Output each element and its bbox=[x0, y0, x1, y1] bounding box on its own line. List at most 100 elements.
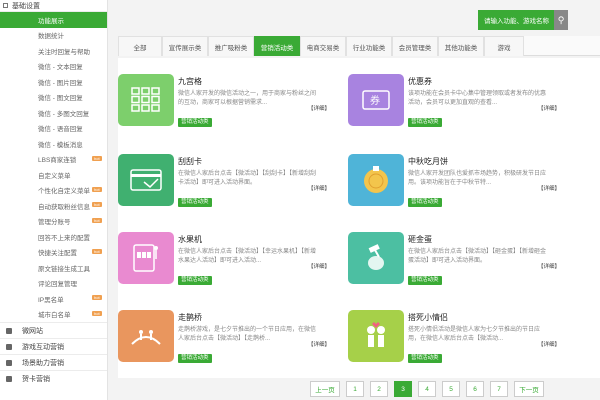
details-link[interactable]: 【详细】 bbox=[308, 340, 330, 348]
hot-badge: hot bbox=[92, 186, 102, 192]
sidebar-group-label: 贺卡营销 bbox=[22, 375, 50, 383]
sidebar-item[interactable]: 数据统计 bbox=[0, 28, 107, 44]
feature-card[interactable]: 九宫格 微信人家开发的微信活动之一，用于商家与粉丝之间的互动，商家可以根据营销需求… bbox=[118, 66, 338, 136]
details-link[interactable]: 【详细】 bbox=[308, 184, 330, 192]
card-title: 砸金蛋 bbox=[408, 235, 432, 244]
sidebar-item[interactable]: 微信 - 文本回复 bbox=[0, 59, 107, 75]
page-number-button[interactable]: 3 bbox=[394, 381, 412, 397]
card-description: 在微信人家后台点击【微活动】【幸运水果机】【新增水果达人活动】即可进入活动... bbox=[178, 249, 317, 264]
tab-item[interactable]: 行业功能类 bbox=[346, 36, 392, 56]
sidebar-item[interactable]: 微信 - 语音回复 bbox=[0, 121, 107, 137]
details-link[interactable]: 【详细】 bbox=[308, 104, 330, 112]
sidebar-group[interactable]: 场景助力营销 bbox=[0, 354, 107, 370]
tab-item[interactable]: 游戏 bbox=[484, 36, 524, 56]
feature-card[interactable]: 中秋吃月饼 微信人家开发团队也爱抓市场趋势，积极研发节日应用。该项功能旨在于中秋节… bbox=[348, 146, 568, 216]
category-tag: 营销活动类 bbox=[408, 198, 442, 207]
details-link[interactable]: 【详细】 bbox=[538, 104, 560, 112]
hot-badge: hot bbox=[92, 310, 102, 316]
card-description: 该项功能在会员卡中心集中管理领取或者发布的优惠活动，会员可以更加直观的查看... bbox=[408, 91, 547, 106]
sidebar-item[interactable]: 自动获取粉丝信息 hot bbox=[0, 198, 107, 214]
sidebar-item[interactable]: 自定义菜单 bbox=[0, 167, 107, 183]
page-number-button[interactable]: 7 bbox=[490, 381, 508, 397]
page-number-button[interactable]: 2 bbox=[370, 381, 388, 397]
sidebar-item-label: 微信 - 文本回复 bbox=[38, 64, 83, 72]
details-link[interactable]: 【详细】 bbox=[538, 340, 560, 348]
hot-badge: hot bbox=[92, 295, 102, 300]
details-link[interactable]: 【详细】 bbox=[538, 262, 560, 270]
golden-egg-icon bbox=[348, 232, 404, 284]
tab-item[interactable]: 推广吸粉类 bbox=[208, 36, 254, 56]
sidebar-item-label: 个性化自定义菜单 bbox=[38, 188, 90, 196]
sidebar-group[interactable]: 游戏互动营销 bbox=[0, 338, 107, 354]
card-description: 在微信人家后台点击【微活动】【刮刮卡】【新增刮刮卡活动】即可进入活动界面。 bbox=[178, 171, 317, 186]
folder-icon bbox=[6, 375, 12, 382]
tab-item[interactable]: 会员管理类 bbox=[392, 36, 438, 56]
sidebar-item[interactable]: 关注时回复与帮助 bbox=[0, 43, 107, 59]
sidebar-item[interactable]: 微信 - 图文回复 bbox=[0, 90, 107, 106]
sidebar-item-label: 城市白名单 bbox=[38, 312, 71, 320]
feature-card[interactable]: 水果机在微信人家后台点击【微活动】【幸运水果机】【新增水果达人活动】即可进入活动… bbox=[118, 224, 338, 294]
sidebar-item[interactable]: 微信 - 图片回复 bbox=[0, 74, 107, 90]
sidebar-group[interactable]: 微网站 bbox=[0, 322, 107, 338]
hot-badge: hot bbox=[92, 217, 102, 223]
page-number-button[interactable]: 4 bbox=[418, 381, 436, 397]
sidebar-item[interactable]: 管理分账号 hot bbox=[0, 214, 107, 230]
couple-icon bbox=[348, 310, 404, 362]
category-tag: 营销活动类 bbox=[408, 354, 442, 363]
feature-card[interactable]: 砸金蛋在微信人家后台点击【微活动】【砸金蛋】【新增砸金蛋活动】即可进入活动界面。… bbox=[348, 224, 568, 294]
sidebar-item[interactable]: 回答不上来的配置 bbox=[0, 229, 107, 245]
sidebar-group[interactable]: 贺卡营销 bbox=[0, 370, 107, 386]
card-description: 在微信人家后台点击【微活动】【砸金蛋】【新增砸金蛋活动】即可进入活动界面。 bbox=[408, 249, 547, 264]
prev-page-button[interactable]: 上一页 bbox=[310, 381, 340, 397]
minus-icon bbox=[3, 3, 8, 8]
feature-card[interactable]: 走鹊桥 走鹊桥游戏，是七夕节推出的一个节日应用，在微信人家后台点击【微活动】【走鹊… bbox=[118, 302, 338, 372]
sidebar-item[interactable]: 评论回复管理 bbox=[0, 276, 107, 292]
next-page-button[interactable]: 下一页 bbox=[514, 381, 544, 397]
sidebar-item[interactable]: 原文链接生成工具 bbox=[0, 260, 107, 276]
sidebar-item-label: 快捷关注配置 bbox=[38, 250, 77, 258]
details-link[interactable]: 【详细】 bbox=[538, 184, 560, 192]
card-title: 水果机 bbox=[178, 235, 202, 244]
sidebar-group-label: 游戏互动营销 bbox=[22, 343, 64, 351]
sidebar-item[interactable]: 微信 - 多图文回复 bbox=[0, 105, 107, 121]
feature-grid: 九宫格 微信人家开发的微信活动之一，用于商家与粉丝之间的互动，商家可以根据营销需求… bbox=[118, 58, 600, 378]
sidebar-item[interactable]: 个性化自定义菜单 hot bbox=[0, 183, 107, 199]
sidebar-item[interactable]: 微信 - 模板消息 bbox=[0, 136, 107, 152]
sidebar-item[interactable]: 城市白名单 hot bbox=[0, 307, 107, 323]
card-title: 优惠券 bbox=[408, 77, 432, 86]
sidebar-item-label: 微信 - 语音回复 bbox=[38, 126, 83, 134]
sidebar-item[interactable]: 快捷关注配置 hot bbox=[0, 245, 107, 261]
search-input[interactable]: 请输入功能、游戏名称 bbox=[478, 10, 554, 30]
sidebar-section-basic-settings[interactable]: 基础设置 bbox=[0, 0, 107, 12]
sidebar-item-label: 关注时回复与帮助 bbox=[38, 48, 90, 56]
sidebar-item[interactable]: 功能展示 bbox=[0, 12, 107, 28]
sidebar-item[interactable]: IP黑名单 hot bbox=[0, 291, 107, 307]
slot-machine-icon bbox=[118, 232, 174, 284]
page-number-button[interactable]: 5 bbox=[442, 381, 460, 397]
mooncake-icon bbox=[348, 154, 404, 206]
card-description: 微信人家开发的微信活动之一，用于商家与粉丝之间的互动，商家可以根据营销需求... bbox=[178, 91, 317, 106]
sidebar-item[interactable]: LBS商家连锁 hot bbox=[0, 152, 107, 168]
tab-item[interactable]: 营销活动类 bbox=[254, 36, 300, 56]
card-description: 搭死小情侣活动是微信人家为七夕节推出的节日应用，在微信人家后台点击【微活动... bbox=[408, 327, 541, 342]
feature-card[interactable]: 搭死小情侣搭死小情侣活动是微信人家为七夕节推出的节日应用，在微信人家后台点击【微… bbox=[348, 302, 568, 372]
sidebar-item-label: 功能展示 bbox=[38, 17, 64, 25]
page-number-button[interactable]: 1 bbox=[346, 381, 364, 397]
folder-icon bbox=[6, 343, 12, 350]
sidebar-item-label: 自定义菜单 bbox=[38, 172, 71, 180]
tab-item[interactable]: 电商交易类 bbox=[300, 36, 346, 56]
page-number-button[interactable]: 6 bbox=[466, 381, 484, 397]
feature-card[interactable]: 刮刮卡在微信人家后台点击【微活动】【刮刮卡】【新增刮刮卡活动】即可进入活动界面。… bbox=[118, 146, 338, 216]
tab-item[interactable]: 宣传展示类 bbox=[162, 36, 208, 56]
card-title: 搭死小情侣 bbox=[408, 313, 448, 322]
search-bar: 请输入功能、游戏名称 ⚲ bbox=[478, 10, 600, 30]
sidebar-item-label: 微信 - 图文回复 bbox=[38, 95, 83, 103]
feature-card[interactable]: 券 优惠券 该项功能在会员卡中心集中管理领取或者发布的优惠活动，会员可以更加直观的查… bbox=[348, 66, 568, 136]
search-icon[interactable]: ⚲ bbox=[554, 10, 568, 30]
sidebar-item-label: 自动获取粉丝信息 bbox=[38, 203, 90, 211]
scratch-card-icon bbox=[118, 154, 174, 206]
tab-item[interactable]: 其他功能类 bbox=[438, 36, 484, 56]
card-title: 刮刮卡 bbox=[178, 157, 202, 166]
tab-item[interactable]: 全部 bbox=[118, 36, 162, 56]
details-link[interactable]: 【详细】 bbox=[308, 262, 330, 270]
